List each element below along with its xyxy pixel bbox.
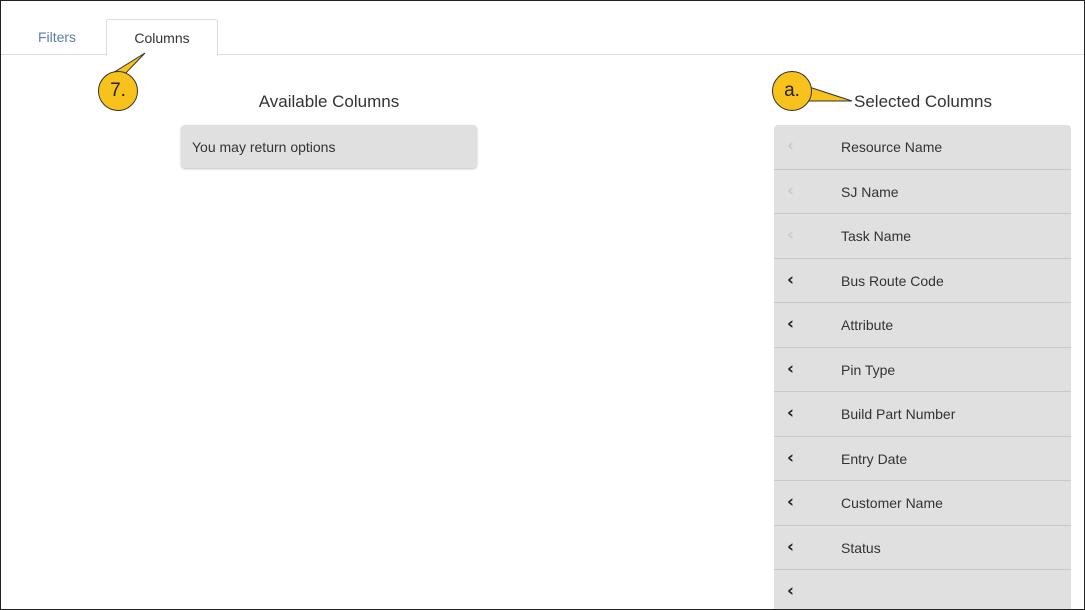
available-columns-title: Available Columns: [258, 92, 400, 111]
selected-column-label: Customer Name: [841, 495, 943, 511]
chevron-left-icon[interactable]: ‹: [787, 449, 794, 467]
tab-columns[interactable]: Columns: [106, 19, 218, 56]
chevron-left-icon[interactable]: ‹: [787, 360, 794, 378]
chevron-left-icon[interactable]: ‹: [787, 583, 794, 600]
chevron-left-icon: ‹: [787, 136, 795, 156]
selected-column-row[interactable]: ‹ Entry Date: [774, 437, 1071, 481]
chevron-left-icon[interactable]: ‹: [787, 405, 794, 422]
selected-column-row[interactable]: ‹ Task Name: [774, 214, 1071, 259]
tab-filters[interactable]: Filters: [11, 19, 103, 54]
selected-column-row[interactable]: ‹ Customer Name: [774, 481, 1071, 526]
available-empty-message: You may return options: [192, 139, 336, 155]
selected-column-row[interactable]: ‹ Build Part Number: [774, 392, 1071, 437]
selected-column-row[interactable]: ‹ Resource Name: [774, 125, 1071, 170]
selected-column-row[interactable]: ‹ Pin Type: [774, 348, 1071, 392]
selected-column-label: SJ Name: [841, 183, 899, 200]
chevron-left-icon[interactable]: ‹: [787, 494, 794, 511]
columns-dialog: Filters Columns Available Columns You ma…: [0, 0, 1085, 610]
selected-column-row[interactable]: ‹ Bus Route Code: [774, 259, 1071, 303]
selected-columns-title: Selected Columns: [854, 92, 992, 111]
selected-column-row[interactable]: ‹ Status: [774, 526, 1071, 570]
tab-bar: Filters Columns: [1, 1, 1084, 56]
selected-column-row[interactable]: ‹ Attribute: [774, 303, 1071, 348]
selected-column-label: Resource Name: [841, 139, 943, 155]
selected-column-label: Status: [841, 539, 881, 556]
chevron-left-icon[interactable]: ‹: [787, 271, 794, 289]
step-callout: 7.: [98, 71, 138, 111]
chevron-left-icon: ‹: [787, 180, 795, 201]
selected-column-label: Entry Date: [841, 450, 908, 467]
selected-column-row[interactable]: ‹ SJ Name: [774, 170, 1071, 214]
selected-column-label: Build Part Number: [841, 406, 956, 422]
substep-callout: a.: [772, 71, 812, 111]
chevron-left-icon[interactable]: ‹: [787, 316, 794, 333]
chevron-left-icon: ‹: [787, 225, 795, 245]
selected-column-row[interactable]: ‹: [774, 570, 1071, 609]
chevron-left-icon[interactable]: ‹: [787, 538, 794, 556]
selected-column-label: Bus Route Code: [841, 272, 944, 289]
selected-column-label: Task Name: [841, 228, 912, 244]
available-columns-list: You may return options: [181, 125, 477, 168]
selected-columns-list: ‹ Resource Name ‹ SJ Name ‹ Task Name ‹ Bus Rou…: [774, 125, 1071, 609]
selected-column-label: Pin Type: [841, 361, 896, 378]
selected-column-label: Attribute: [841, 317, 894, 333]
